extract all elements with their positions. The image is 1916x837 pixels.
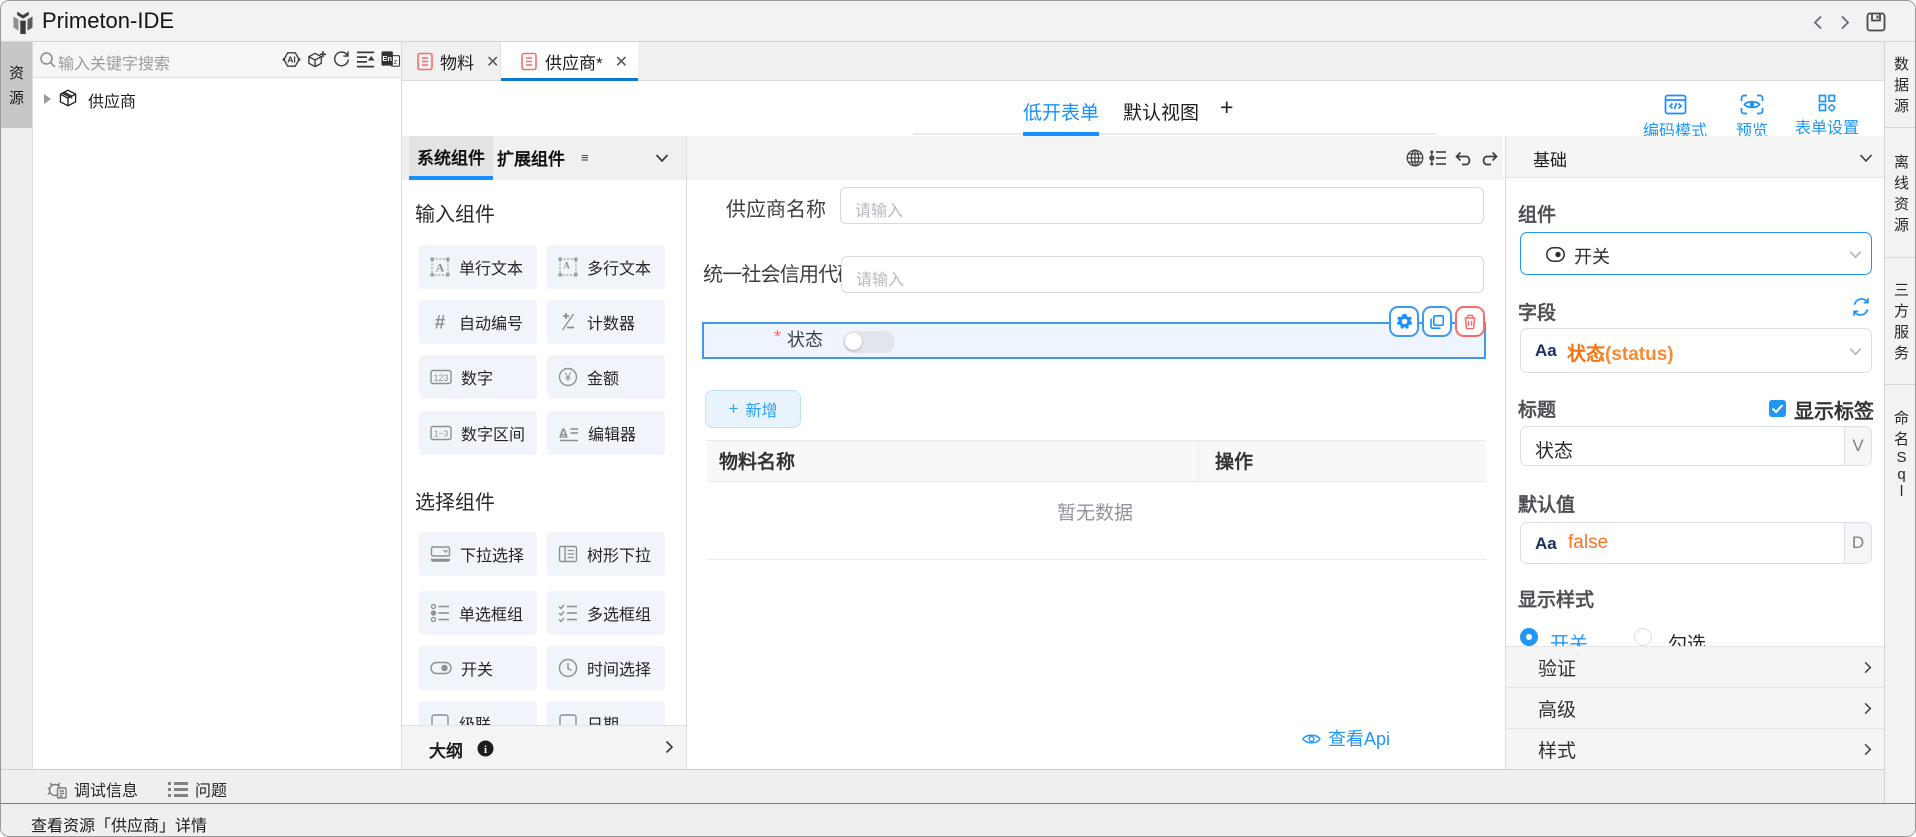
svg-text:¥: ¥: [564, 372, 572, 384]
svg-text:A: A: [563, 261, 570, 271]
svg-text:AI: AI: [287, 55, 296, 65]
svg-text:1~3: 1~3: [434, 429, 449, 439]
svg-text:i: i: [484, 744, 487, 756]
svg-text:z: z: [394, 58, 398, 66]
svg-text:A: A: [559, 426, 569, 441]
svg-text:En: En: [382, 54, 392, 63]
svg-text:#: #: [435, 313, 446, 333]
svg-text:123: 123: [433, 373, 448, 383]
svg-text:A: A: [436, 261, 445, 275]
